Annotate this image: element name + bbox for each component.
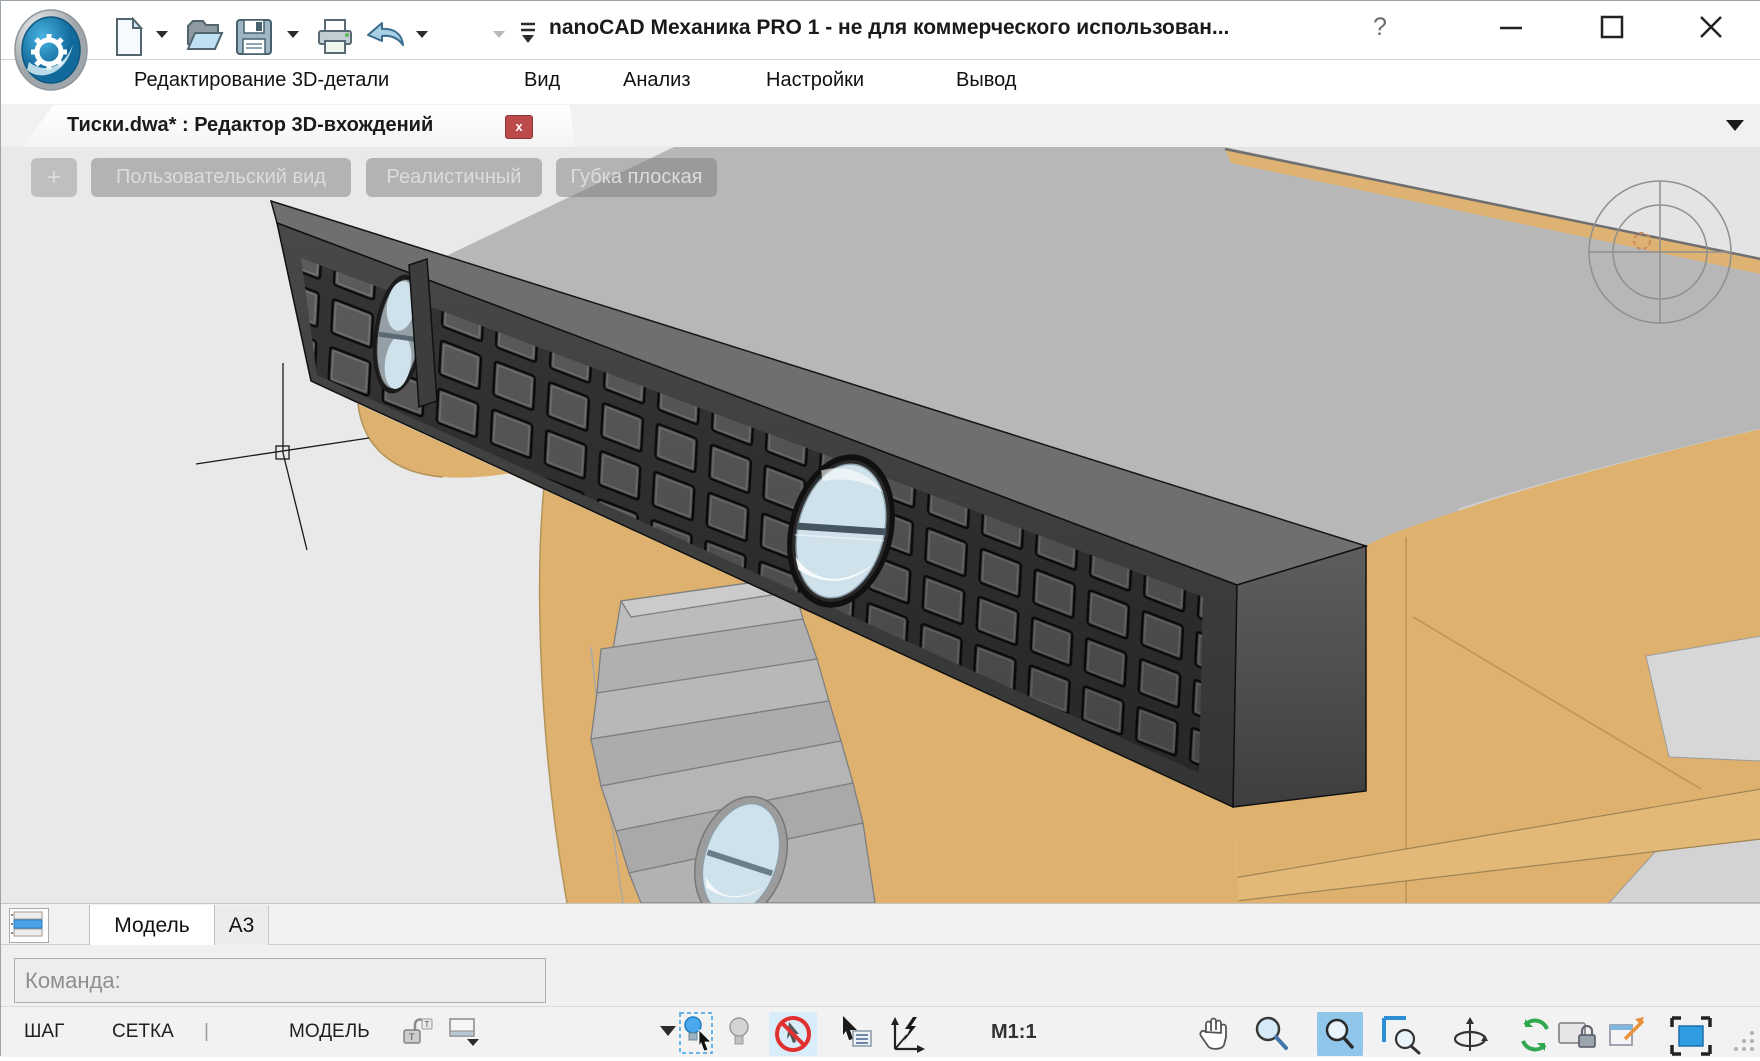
menu-settings[interactable]: Настройки: [766, 69, 864, 92]
app-logo[interactable]: [13, 8, 89, 92]
svg-text:T: T: [409, 1032, 415, 1042]
command-line-row: Команда:: [1, 945, 1760, 1006]
menu-bar: Редактирование 3D-детали Вид Анализ Наст…: [1, 59, 1760, 105]
new-document-caret-icon[interactable]: [156, 31, 168, 38]
clean-screen-icon[interactable]: [1607, 1015, 1651, 1055]
menu-analysis[interactable]: Анализ: [623, 69, 691, 92]
ucs-lightning-icon[interactable]: [887, 1015, 929, 1053]
disabled-caret-icon[interactable]: [493, 31, 505, 38]
title-bar: nanoCAD Механика PRO 1 - не для коммерче…: [1, 1, 1760, 59]
grid-toggle[interactable]: СЕТКА: [112, 1021, 174, 1043]
document-tab-bar: Тиски.dwa* : Редактор 3D-вхождений x: [1, 104, 1760, 148]
model-space-toggle[interactable]: МОДЕЛЬ: [289, 1021, 370, 1043]
sheet-tab-bar: Модель А3: [1, 903, 1760, 945]
sheet-list-icon[interactable]: [9, 908, 49, 943]
zoom-icon[interactable]: [1253, 1015, 1291, 1053]
document-tab-label: Тиски.dwa* : Редактор 3D-вхождений: [67, 114, 433, 137]
lock-ui-icon[interactable]: [1557, 1015, 1597, 1053]
status-separator: |: [204, 1021, 209, 1043]
zoom-realtime-icon[interactable]: [1317, 1012, 1363, 1056]
menu-output[interactable]: Вывод: [956, 69, 1016, 92]
save-caret-icon[interactable]: [287, 31, 299, 38]
zoom-window-icon[interactable]: [1381, 1015, 1423, 1055]
fullscreen-icon[interactable]: [1669, 1015, 1713, 1057]
command-prompt: Команда:: [25, 968, 121, 994]
resize-grip[interactable]: [1734, 1029, 1756, 1053]
open-file-icon[interactable]: [184, 17, 224, 55]
cursor-menu-icon[interactable]: [837, 1015, 875, 1051]
print-icon[interactable]: [316, 17, 354, 57]
sheet-tab-a3[interactable]: А3: [215, 905, 269, 946]
orbit-icon[interactable]: [1449, 1015, 1491, 1055]
orbit-wheel[interactable]: [1589, 181, 1731, 323]
part-name-button[interactable]: Губка плоская: [556, 158, 717, 197]
pan-hand-icon[interactable]: [1196, 1015, 1234, 1053]
sheet-tab-model[interactable]: Модель: [89, 905, 215, 946]
dropdown-caret-icon[interactable]: [658, 1025, 678, 1037]
maximize-button[interactable]: [1577, 1, 1647, 53]
close-button[interactable]: [1676, 1, 1746, 53]
lamp-selected-icon[interactable]: [679, 1012, 719, 1054]
snap-toggle[interactable]: ШАГ: [24, 1021, 64, 1043]
add-view-button[interactable]: +: [31, 158, 77, 197]
status-bar: ШАГ СЕТКА | МОДЕЛЬ T T: [1, 1006, 1760, 1057]
minimize-button[interactable]: [1476, 1, 1546, 53]
view-name-button[interactable]: Пользовательский вид: [91, 158, 351, 197]
menu-view[interactable]: Вид: [524, 69, 560, 92]
no-selection-icon[interactable]: [769, 1012, 817, 1056]
toolbar-options-icon[interactable]: [517, 21, 539, 47]
padlock-open-icon[interactable]: T T: [398, 1015, 434, 1049]
command-input[interactable]: Команда:: [14, 958, 546, 1003]
menu-edit-3d-part[interactable]: Редактирование 3D-детали: [134, 69, 389, 92]
document-tab[interactable]: Тиски.dwa* : Редактор 3D-вхождений x: [23, 105, 575, 147]
undo-icon[interactable]: [364, 17, 408, 55]
3d-scene: [1, 147, 1760, 903]
undo-caret-icon[interactable]: [416, 31, 428, 38]
lamp-icon[interactable]: [726, 1015, 754, 1051]
jaw-plate-end-face: [1233, 546, 1366, 807]
tab-close-icon[interactable]: x: [505, 115, 533, 139]
regen-icon[interactable]: [1515, 1015, 1555, 1055]
help-button[interactable]: ?: [1373, 13, 1387, 42]
visual-style-button[interactable]: Реалистичный: [366, 158, 542, 197]
scale-indicator[interactable]: М1:1: [991, 1021, 1037, 1044]
model-viewport[interactable]: + Пользовательский вид Реалистичный Губк…: [1, 147, 1760, 903]
window-title: nanoCAD Механика PRO 1 - не для коммерче…: [549, 16, 1229, 40]
tab-list-caret-icon[interactable]: [1726, 120, 1744, 131]
new-document-icon[interactable]: [112, 17, 146, 57]
viewport-config-icon[interactable]: [447, 1015, 481, 1049]
svg-text:T: T: [425, 1020, 430, 1029]
save-icon[interactable]: [234, 17, 274, 57]
